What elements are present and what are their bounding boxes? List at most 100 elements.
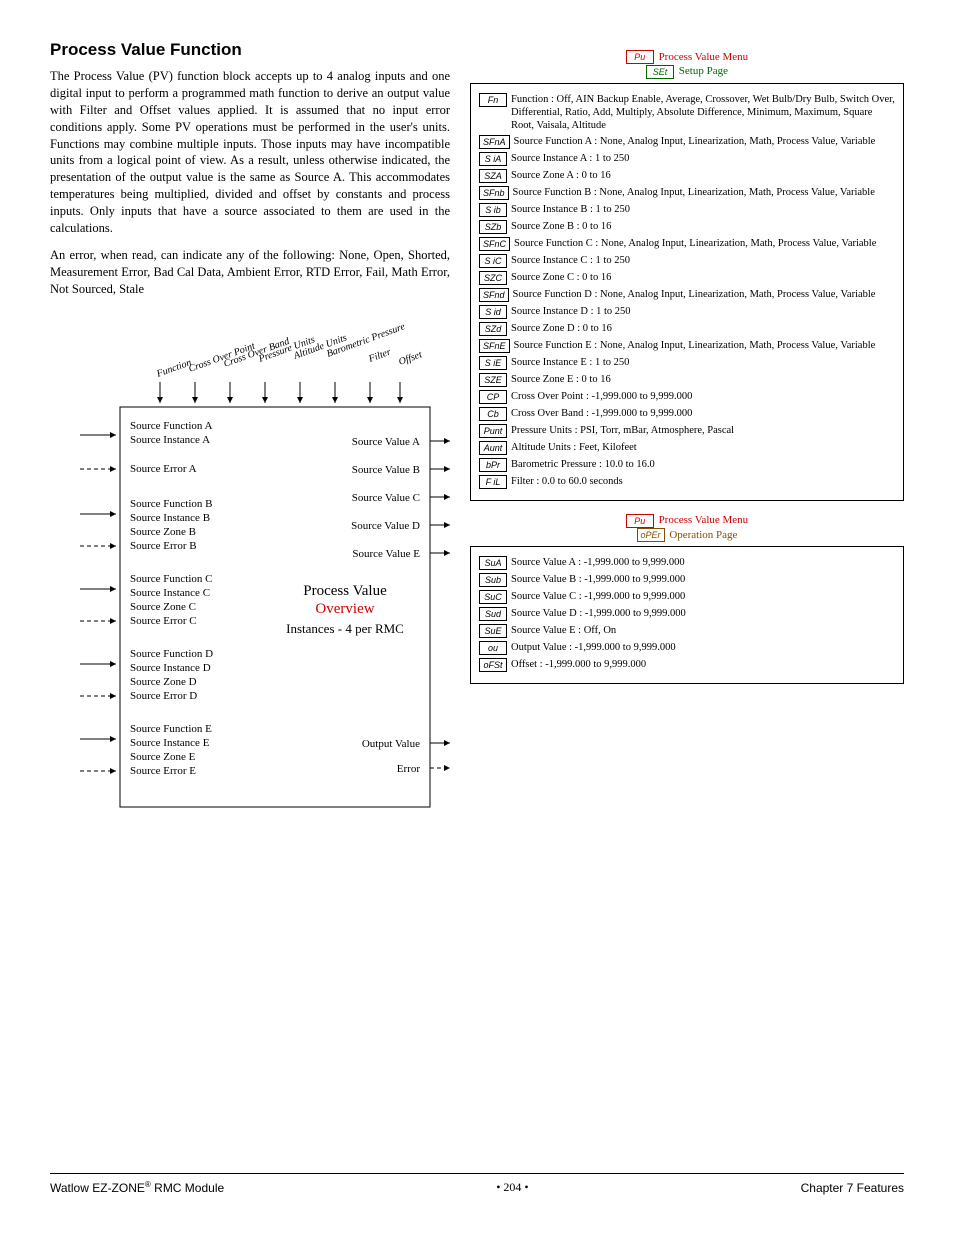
diag-text: Output Value <box>362 738 420 750</box>
footer-page-number: • 204 • <box>496 1180 528 1195</box>
param-code: S iE <box>479 356 507 370</box>
diag-text: Source Error E <box>130 765 196 777</box>
operation-menu-header: Pu Process Value Menu oPEr Operation Pag… <box>470 513 904 542</box>
diag-text: Source Value D <box>351 520 420 532</box>
diag-text: Source Value B <box>352 464 420 476</box>
param-description: Barometric Pressure : 10.0 to 16.0 <box>509 458 895 471</box>
setup-menu-item: S iESource Instance E : 1 to 250 <box>479 356 895 370</box>
param-description: Source Function E : None, Analog Input, … <box>512 339 895 352</box>
diag-text: Source Error A <box>130 463 197 475</box>
param-code: Punt <box>479 424 507 438</box>
operation-menu-item: SubSource Value B : -1,999.000 to 9,999.… <box>479 573 895 587</box>
paragraph-2: An error, when read, can indicate any of… <box>50 247 450 298</box>
diag-text: Source Zone C <box>130 601 196 613</box>
setup-menu-item: SZESource Zone E : 0 to 16 <box>479 373 895 387</box>
param-code: bPr <box>479 458 507 472</box>
setup-menu-item: SZCSource Zone C : 0 to 16 <box>479 271 895 285</box>
diag-text: Source Instance C <box>130 587 210 599</box>
setup-menu-item: S iASource Instance A : 1 to 250 <box>479 152 895 166</box>
diag-text: Source Value C <box>352 492 420 504</box>
param-description: Source Zone B : 0 to 16 <box>509 220 895 233</box>
diag-text: Error <box>397 763 421 775</box>
param-description: Source Value E : Off, On <box>509 624 895 637</box>
setup-menu-item: SFnCSource Function C : None, Analog Inp… <box>479 237 895 251</box>
param-code: SZA <box>479 169 507 183</box>
param-code: SFnC <box>479 237 510 251</box>
page-footer: Watlow EZ-ZONE® RMC Module • 204 • Chapt… <box>50 1173 904 1195</box>
param-code: SZb <box>479 220 507 234</box>
param-description: Cross Over Band : -1,999.000 to 9,999.00… <box>509 407 895 420</box>
param-description: Source Instance E : 1 to 250 <box>509 356 895 369</box>
diag-text: Source Error B <box>130 540 197 552</box>
operation-menu-item: oFStOffset : -1,999.000 to 9,999.000 <box>479 658 895 672</box>
operation-menu-item: SuASource Value A : -1,999.000 to 9,999.… <box>479 556 895 570</box>
setup-menu-item: SZbSource Zone B : 0 to 16 <box>479 220 895 234</box>
param-description: Cross Over Point : -1,999.000 to 9,999.0… <box>509 390 895 403</box>
param-code: S iA <box>479 152 507 166</box>
diag-text: Source Value A <box>352 436 420 448</box>
diag-text: Source Function D <box>130 648 213 660</box>
operation-menu-item: ouOutput Value : -1,999.000 to 9,999.000 <box>479 641 895 655</box>
param-code: S ib <box>479 203 507 217</box>
setup-menu-item: SFnASource Function A : None, Analog Inp… <box>479 135 895 149</box>
param-code: SuA <box>479 556 507 570</box>
param-code: ou <box>479 641 507 655</box>
param-description: Source Value A : -1,999.000 to 9,999.000 <box>509 556 895 569</box>
param-code: SFnE <box>479 339 510 353</box>
param-description: Pressure Units : PSI, Torr, mBar, Atmosp… <box>509 424 895 437</box>
setup-menu-item: F iLFilter : 0.0 to 60.0 seconds <box>479 475 895 489</box>
diag-text: Source Value E <box>352 548 420 560</box>
process-value-diagram: Function Cross Over Point Cross Over Ban… <box>50 307 450 827</box>
diag-text: Source Instance D <box>130 662 211 674</box>
setup-menu-item: SZASource Zone A : 0 to 16 <box>479 169 895 183</box>
arc-label: Offset <box>397 350 423 369</box>
param-description: Source Zone E : 0 to 16 <box>509 373 895 386</box>
footer-right: Chapter 7 Features <box>801 1181 904 1195</box>
diag-text: Source Function E <box>130 723 212 735</box>
param-description: Function : Off, AIN Backup Enable, Avera… <box>509 93 895 132</box>
param-code: SZd <box>479 322 507 336</box>
param-code: S id <box>479 305 507 319</box>
param-description: Source Value B : -1,999.000 to 9,999.000 <box>509 573 895 586</box>
param-description: Filter : 0.0 to 60.0 seconds <box>509 475 895 488</box>
setup-menu-item: CbCross Over Band : -1,999.000 to 9,999.… <box>479 407 895 421</box>
diag-title: Process Value <box>303 583 387 599</box>
setup-menu-item: SFnESource Function E : None, Analog Inp… <box>479 339 895 353</box>
param-code: SZE <box>479 373 507 387</box>
param-code: Fn <box>479 93 507 107</box>
diag-title: Overview <box>315 601 374 617</box>
section-title: Process Value Function <box>50 40 450 60</box>
diag-text: Source Instance A <box>130 434 210 446</box>
diag-text: Source Zone E <box>130 751 196 763</box>
param-description: Source Value C : -1,999.000 to 9,999.000 <box>509 590 895 603</box>
setup-menu-item: S idSource Instance D : 1 to 250 <box>479 305 895 319</box>
param-description: Source Instance C : 1 to 250 <box>509 254 895 267</box>
operation-menu-item: SudSource Value D : -1,999.000 to 9,999.… <box>479 607 895 621</box>
footer-left: Watlow EZ-ZONE® RMC Module <box>50 1180 224 1195</box>
param-code: SuC <box>479 590 507 604</box>
param-description: Source Instance A : 1 to 250 <box>509 152 895 165</box>
param-description: Source Zone C : 0 to 16 <box>509 271 895 284</box>
setup-menu-item: S ibSource Instance B : 1 to 250 <box>479 203 895 217</box>
diag-text: Source Function A <box>130 420 213 432</box>
param-code: F iL <box>479 475 507 489</box>
operation-menu-item: SuESource Value E : Off, On <box>479 624 895 638</box>
param-description: Source Function D : None, Analog Input, … <box>511 288 895 301</box>
setup-menu-item: S iCSource Instance C : 1 to 250 <box>479 254 895 268</box>
diag-subtitle: Instances - 4 per RMC <box>286 621 404 636</box>
param-description: Offset : -1,999.000 to 9,999.000 <box>509 658 895 671</box>
diag-text: Source Function C <box>130 573 213 585</box>
diag-text: Source Zone B <box>130 526 196 538</box>
param-code: SZC <box>479 271 507 285</box>
diag-text: Source Instance E <box>130 737 210 749</box>
param-description: Source Zone D : 0 to 16 <box>509 322 895 335</box>
param-code: SFnA <box>479 135 510 149</box>
param-description: Altitude Units : Feet, Kilofeet <box>509 441 895 454</box>
param-code: Aunt <box>479 441 507 455</box>
param-code: SuE <box>479 624 507 638</box>
setup-menu-item: bPrBarometric Pressure : 10.0 to 16.0 <box>479 458 895 472</box>
setup-menu-item: SZdSource Zone D : 0 to 16 <box>479 322 895 336</box>
diag-text: Source Instance B <box>130 512 210 524</box>
param-description: Source Function B : None, Analog Input, … <box>511 186 895 199</box>
right-column: Pu Process Value Menu SEt Setup Page FnF… <box>470 40 904 1143</box>
